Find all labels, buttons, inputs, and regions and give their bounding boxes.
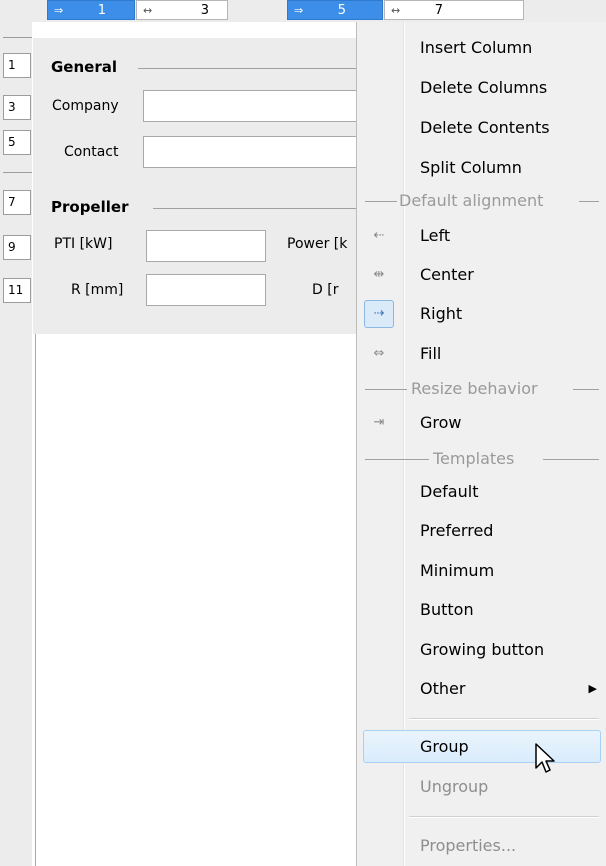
group-header-label: Resize behavior	[411, 379, 538, 398]
column-header-1[interactable]: ⇒ 1	[47, 0, 135, 20]
group-rule	[543, 459, 599, 460]
menu-group-resize-behavior: Resize behavior	[357, 374, 605, 404]
menu-item-right[interactable]: ⇢ Right	[357, 295, 605, 333]
menu-item-minimum[interactable]: Minimum	[357, 552, 605, 590]
menu-item-label: Split Column	[420, 158, 522, 177]
menu-item-label: Other	[420, 679, 466, 698]
menu-item-center[interactable]: ⇹ Center	[357, 256, 605, 294]
menu-item-label: Group	[420, 737, 469, 756]
row-divider	[3, 172, 32, 173]
column-number: 7	[434, 3, 443, 18]
d-label: D [r	[312, 282, 339, 298]
company-input[interactable]	[143, 90, 363, 122]
menu-item-label: Ungroup	[420, 777, 489, 796]
menu-item-label: Delete Contents	[420, 118, 550, 137]
menu-item-delete-columns[interactable]: Delete Columns	[357, 69, 605, 107]
row-header-ruler: 1 3 5 7 9 11	[0, 22, 32, 866]
menu-item-growing-button[interactable]: Growing button	[357, 631, 605, 669]
menu-separator	[409, 816, 599, 817]
group-rule	[365, 201, 397, 202]
group-rule	[365, 389, 407, 390]
r-label: R [mm]	[71, 282, 124, 298]
menu-item-label: Grow	[420, 413, 462, 432]
row-header-9[interactable]: 9	[3, 235, 31, 260]
section-rule	[153, 208, 360, 209]
menu-item-label: Fill	[420, 344, 442, 363]
mouse-pointer-icon	[535, 743, 555, 773]
menu-item-label: Default	[420, 482, 479, 501]
menu-item-split-column[interactable]: Split Column	[357, 149, 605, 187]
menu-group-templates: Templates	[357, 444, 605, 474]
r-input[interactable]	[146, 274, 266, 306]
menu-item-label: Center	[420, 265, 474, 284]
pti-input[interactable]	[146, 230, 266, 262]
menu-item-label: Left	[420, 226, 451, 245]
column-number: 5	[337, 3, 346, 18]
menu-item-ungroup: Ungroup	[357, 768, 605, 806]
section-title-general: General	[51, 58, 117, 76]
menu-item-button[interactable]: Button	[357, 591, 605, 629]
power-label: Power [k	[287, 236, 348, 252]
menu-item-fill[interactable]: ⇔ Fill	[357, 335, 605, 373]
menu-item-grow[interactable]: ⇥ Grow	[357, 404, 605, 442]
column-header-ruler: ⇒ 1 ↔ 3 ⇒ 5 ↔ 7	[0, 0, 606, 22]
align-fill-icon: ⇔	[373, 346, 385, 361]
menu-item-label: Minimum	[420, 561, 495, 580]
column-number: 1	[97, 3, 106, 18]
menu-item-properties: Properties...	[357, 827, 605, 865]
menu-group-default-alignment: Default alignment	[357, 186, 605, 216]
contact-input[interactable]	[143, 136, 363, 168]
column-header-7[interactable]: ↔ 7	[384, 0, 524, 20]
row-header-3[interactable]: 3	[3, 95, 31, 120]
column-header-5[interactable]: ⇒ 5	[287, 0, 383, 20]
grow-icon: ⇥	[373, 415, 385, 430]
column-anchor-icon: ⇒	[294, 4, 304, 17]
group-rule	[365, 459, 429, 460]
menu-item-label: Growing button	[420, 640, 545, 659]
group-rule	[579, 201, 599, 202]
menu-item-preferred[interactable]: Preferred	[357, 512, 605, 550]
panel-edge	[35, 334, 36, 866]
row-header-5[interactable]: 5	[3, 130, 31, 155]
group-header-label: Default alignment	[399, 191, 544, 210]
row-header-1[interactable]: 1	[3, 53, 31, 78]
menu-item-group[interactable]: Group	[357, 728, 605, 766]
menu-item-label: Insert Column	[420, 38, 533, 57]
context-menu: Insert Column Delete Columns Delete Cont…	[356, 22, 606, 866]
menu-item-insert-column[interactable]: Insert Column	[357, 29, 605, 67]
align-center-icon: ⇹	[373, 267, 385, 282]
align-left-icon: ⇠	[373, 228, 385, 243]
column-fill-icon: ↔	[143, 4, 153, 17]
menu-item-label: Button	[420, 600, 474, 619]
align-right-icon: ⇢	[373, 306, 385, 321]
row-header-7[interactable]: 7	[3, 190, 31, 215]
menu-item-default[interactable]: Default	[357, 473, 605, 511]
column-header-3[interactable]: ↔ 3	[136, 0, 228, 20]
column-anchor-icon: ⇒	[54, 4, 64, 17]
menu-item-delete-contents[interactable]: Delete Contents	[357, 109, 605, 147]
row-header-11[interactable]: 11	[3, 278, 31, 303]
pti-label: PTI [kW]	[54, 236, 113, 252]
menu-item-label: Right	[420, 304, 463, 323]
hover-highlight	[363, 730, 601, 763]
section-rule	[138, 68, 360, 69]
menu-item-left[interactable]: ⇠ Left	[357, 217, 605, 255]
company-label: Company	[52, 98, 119, 114]
section-title-propeller: Propeller	[51, 198, 129, 216]
menu-item-label: Preferred	[420, 521, 494, 540]
menu-item-other[interactable]: Other ▶	[357, 670, 605, 708]
group-rule	[573, 389, 599, 390]
group-header-label: Templates	[433, 449, 515, 468]
submenu-arrow-icon: ▶	[588, 682, 597, 695]
row-divider	[3, 37, 32, 38]
menu-item-label: Delete Columns	[420, 78, 548, 97]
menu-item-label: Properties...	[420, 836, 517, 855]
menu-separator	[409, 718, 599, 719]
contact-label: Contact	[64, 144, 119, 160]
column-fill-icon: ↔	[391, 4, 401, 17]
column-number: 3	[200, 3, 209, 18]
